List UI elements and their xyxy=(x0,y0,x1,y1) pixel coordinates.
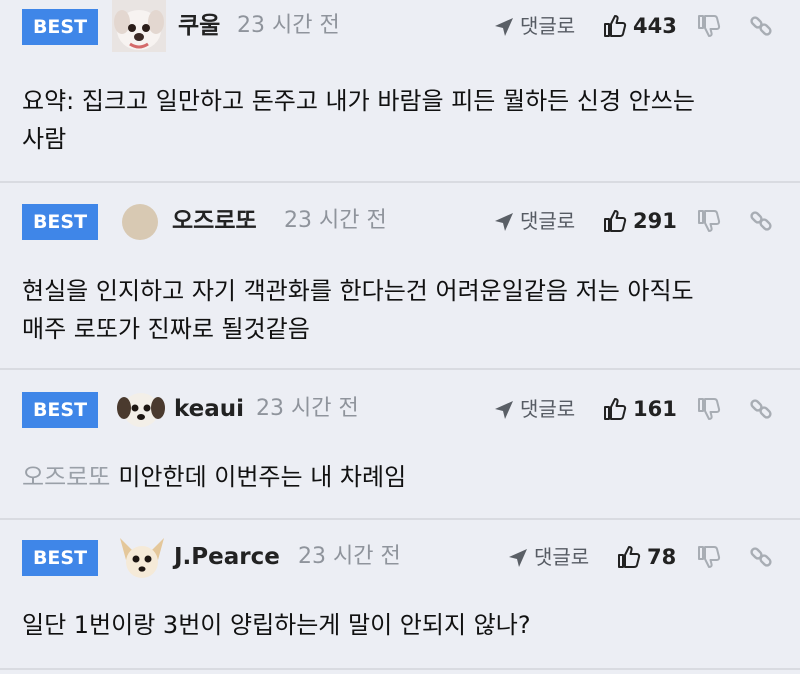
reply-label: 댓글로 xyxy=(520,209,576,233)
best-badge: BEST xyxy=(22,9,98,45)
link-icon xyxy=(750,211,772,231)
best-badge: BEST xyxy=(22,392,98,428)
comment-header: BEST 오즈로또 23 시간 전 댓글로 291 xyxy=(0,188,800,240)
comment-line: 미안한데 이번주는 내 차례임 xyxy=(118,463,407,491)
beige-circle-avatar[interactable] xyxy=(118,200,172,252)
reply-button[interactable]: 댓글로 xyxy=(508,540,598,574)
like-button[interactable]: 161 xyxy=(603,392,683,426)
comment-text: 요약: 집크고 일만하고 돈주고 내가 바람을 피든 뭘하든 신경 안쓰는 사람 xyxy=(22,82,782,158)
timestamp: 23 시간 전 xyxy=(237,13,340,38)
thumbs-up-icon xyxy=(604,210,627,232)
comment-item: BEST J.Pearce 23 시간 전 댓글로 78 일단 1번이랑 3번이… xyxy=(0,524,800,666)
comment-header: BEST 쿠울 23 시간 전 댓글로 443 xyxy=(0,0,800,52)
comment-header: BEST J.Pearce 23 시간 전 댓글로 78 xyxy=(0,524,800,578)
send-icon xyxy=(495,18,513,36)
comment-header: BEST keaui 23 시간 전 댓글로 161 xyxy=(0,376,800,428)
like-count: 78 xyxy=(647,545,677,569)
like-button[interactable]: 78 xyxy=(617,540,687,574)
link-button[interactable] xyxy=(749,545,775,571)
dislike-button[interactable] xyxy=(697,545,723,571)
thumbs-down-icon xyxy=(698,15,721,37)
divider xyxy=(0,368,800,370)
reply-button[interactable]: 댓글로 xyxy=(494,204,584,238)
timestamp: 23 시간 전 xyxy=(256,396,359,421)
reply-label: 댓글로 xyxy=(534,545,590,569)
comment-line: 일단 1번이랑 3번이 양립하는게 말이 안되지 않나? xyxy=(22,611,531,639)
like-button[interactable]: 291 xyxy=(603,204,683,238)
best-badge: BEST xyxy=(22,540,98,576)
dislike-button[interactable] xyxy=(697,397,723,423)
reply-label: 댓글로 xyxy=(520,14,576,38)
timestamp: 23 시간 전 xyxy=(298,544,401,569)
author-name[interactable]: 쿠울 xyxy=(178,9,220,43)
mention-link[interactable]: 오즈로또 xyxy=(22,463,110,491)
link-button[interactable] xyxy=(749,397,775,423)
link-icon xyxy=(750,399,772,419)
thumbs-up-icon xyxy=(618,546,641,568)
comment-text: 일단 1번이랑 3번이 양립하는게 말이 안되지 않나? xyxy=(22,606,782,644)
link-icon xyxy=(750,547,772,567)
white-dog-avatar[interactable] xyxy=(112,0,166,52)
timestamp: 23 시간 전 xyxy=(284,208,387,233)
reply-button[interactable]: 댓글로 xyxy=(494,392,584,426)
send-icon xyxy=(495,401,513,419)
divider xyxy=(0,518,800,520)
best-badge: BEST xyxy=(22,204,98,240)
comment-line: 현실을 인지하고 자기 객관화를 한다는건 어려운일같음 저는 아직도 xyxy=(22,277,694,305)
chihuahua-avatar[interactable] xyxy=(116,532,170,584)
comment-text: 오즈로또 미안한데 이번주는 내 차례임 xyxy=(22,458,782,496)
comment-line: 매주 로또가 진짜로 될것같음 xyxy=(22,315,310,343)
thumbs-up-icon xyxy=(604,15,627,37)
divider xyxy=(0,668,800,670)
divider xyxy=(0,181,800,183)
send-icon xyxy=(509,549,527,567)
comment-text: 현실을 인지하고 자기 객관화를 한다는건 어려운일같음 저는 아직도 매주 로… xyxy=(22,272,782,348)
comment-item: BEST 오즈로또 23 시간 전 댓글로 291 현실을 인지하고 자기 객관… xyxy=(0,188,800,368)
dislike-button[interactable] xyxy=(697,14,723,40)
thumbs-down-icon xyxy=(698,398,721,420)
like-count: 443 xyxy=(633,14,677,38)
like-count: 161 xyxy=(633,397,677,421)
author-name[interactable]: J.Pearce xyxy=(174,540,280,574)
dislike-button[interactable] xyxy=(697,209,723,235)
author-name[interactable]: keaui xyxy=(174,392,244,426)
comment-item: BEST keaui 23 시간 전 댓글로 161 오즈로또 미안한데 이번주… xyxy=(0,376,800,518)
author-name[interactable]: 오즈로또 xyxy=(172,204,257,238)
link-icon xyxy=(750,16,772,36)
comment-item: BEST 쿠울 23 시간 전 댓글로 443 요약: 집크고 일만하고 돈주고… xyxy=(0,0,800,182)
send-icon xyxy=(495,213,513,231)
like-button[interactable]: 443 xyxy=(603,9,683,43)
like-count: 291 xyxy=(633,209,677,233)
comment-line: 사람 xyxy=(22,125,67,153)
thumbs-up-icon xyxy=(604,398,627,420)
puppy-avatar[interactable] xyxy=(116,386,170,438)
link-button[interactable] xyxy=(749,209,775,235)
thumbs-down-icon xyxy=(698,546,721,568)
comment-line: 요약: 집크고 일만하고 돈주고 내가 바람을 피든 뭘하든 신경 안쓰는 xyxy=(22,87,695,115)
reply-button[interactable]: 댓글로 xyxy=(494,9,584,43)
reply-label: 댓글로 xyxy=(520,397,576,421)
thumbs-down-icon xyxy=(698,210,721,232)
link-button[interactable] xyxy=(749,14,775,40)
